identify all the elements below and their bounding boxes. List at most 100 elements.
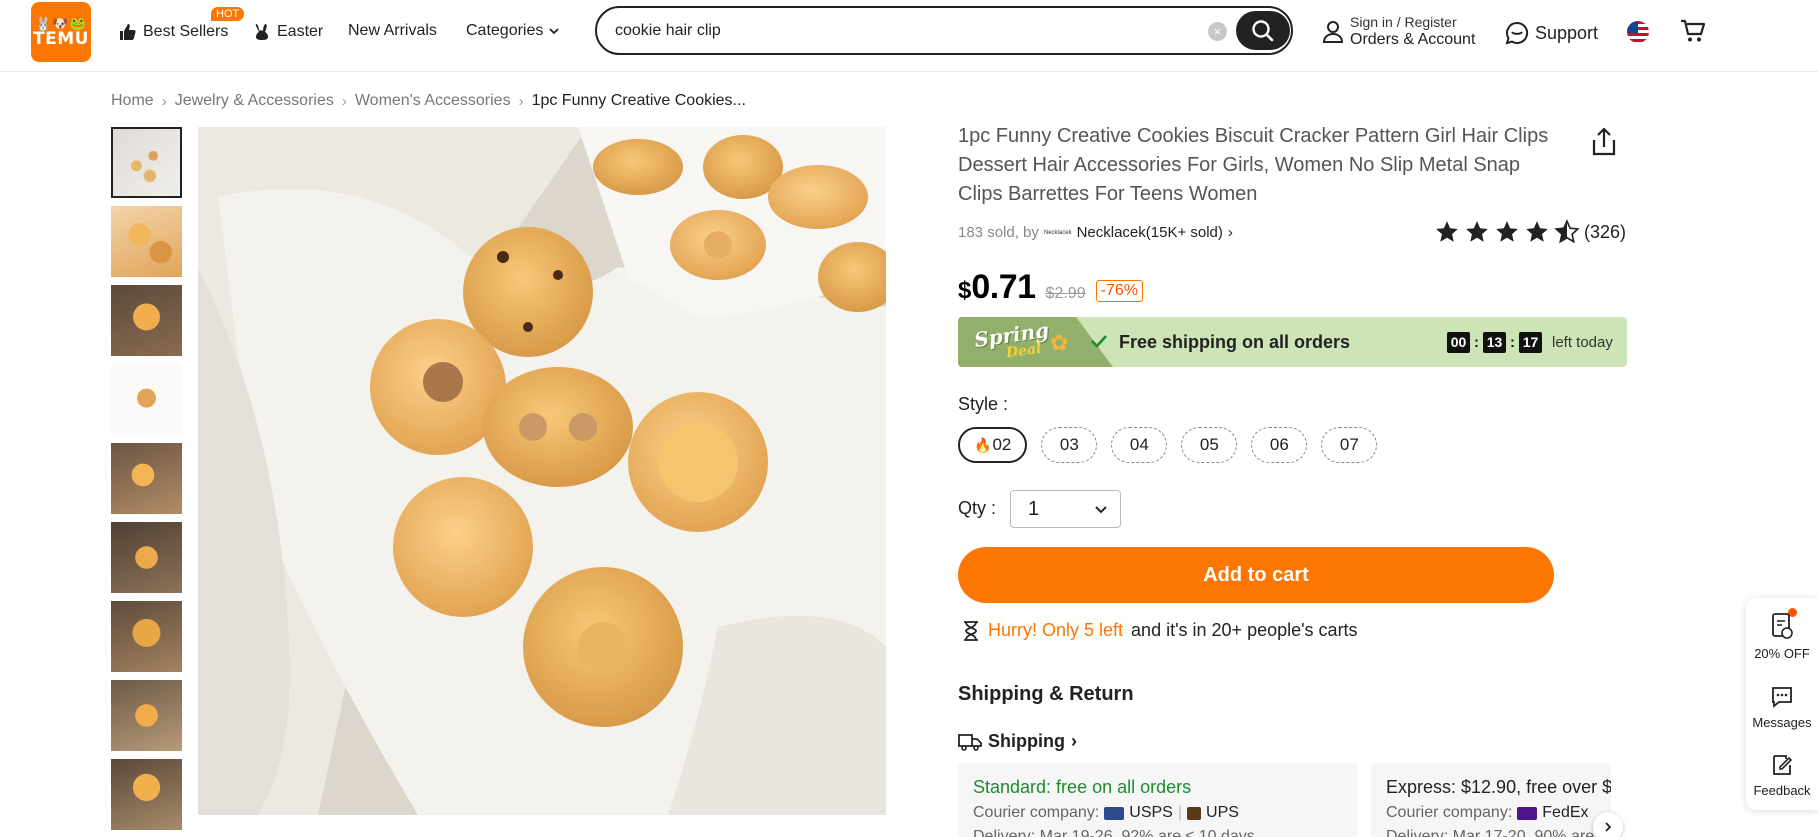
- style-option-02[interactable]: 🔥 02: [958, 427, 1028, 463]
- standard-delivery-text: Delivery: Mar 19-26, 92% are ≤ 10 days: [973, 828, 1255, 837]
- style-option-label: 05: [1199, 435, 1219, 454]
- support-link[interactable]: Support: [1505, 21, 1598, 45]
- search-icon: [1252, 19, 1274, 41]
- user-icon: [1322, 20, 1344, 43]
- rating[interactable]: (326): [1434, 219, 1626, 245]
- breadcrumb-chevron-icon: ›: [161, 92, 167, 110]
- style-option-label: 06: [1269, 435, 1289, 454]
- express-shipping-text: Express: $12.90, free over $129: [1386, 777, 1611, 797]
- style-option-04[interactable]: 04: [1111, 427, 1168, 463]
- carrier-usps: USPS: [1129, 804, 1173, 821]
- style-option-label: 03: [1059, 435, 1079, 454]
- cart-button[interactable]: [1680, 18, 1706, 49]
- thumbnail-4[interactable]: [111, 364, 182, 435]
- thumbnail-2[interactable]: [111, 206, 182, 277]
- chevron-right-icon: ›: [1070, 731, 1077, 751]
- half-star-icon: [1554, 219, 1580, 244]
- search-bar: ×: [595, 6, 1293, 55]
- cart-icon: [1681, 19, 1706, 42]
- feedback-label: Feedback: [1753, 783, 1811, 798]
- breadcrumb-jewelry[interactable]: Jewelry & Accessories: [175, 92, 334, 110]
- thumbnail-8[interactable]: [111, 680, 182, 751]
- nav-new-arrivals-label: New Arrivals: [348, 22, 437, 39]
- nav-categories[interactable]: Categories: [466, 22, 560, 40]
- ups-logo-icon: [1187, 806, 1202, 820]
- style-option-05[interactable]: 05: [1181, 427, 1238, 463]
- nav-easter[interactable]: Easter: [252, 22, 323, 42]
- free-shipping-text: Free shipping on all orders: [1119, 332, 1351, 352]
- style-option-07[interactable]: 07: [1321, 427, 1378, 463]
- thumbnail-7[interactable]: [111, 601, 182, 672]
- messages-widget[interactable]: Messages: [1746, 685, 1818, 730]
- express-shipping-card[interactable]: Express: $12.90, free over $129 Courier …: [1371, 763, 1611, 837]
- nav-easter-label: Easter: [277, 23, 324, 40]
- style-options: 🔥 02 03 04 05 06 07: [958, 427, 1378, 463]
- style-option-label: 02: [992, 435, 1012, 454]
- us-flag-icon[interactable]: [1627, 21, 1649, 43]
- style-option-03[interactable]: 03: [1041, 427, 1098, 463]
- search-button[interactable]: [1236, 11, 1290, 50]
- review-count: (326): [1584, 221, 1627, 242]
- shipping-subtitle: Shipping: [988, 731, 1065, 751]
- carrier-separator: |: [1177, 804, 1183, 821]
- thumbnail-9[interactable]: [111, 759, 182, 830]
- store-link[interactable]: Necklacek(15K+ sold): [1077, 224, 1223, 241]
- qty-label: Qty :: [958, 498, 997, 518]
- share-icon: [1592, 127, 1616, 156]
- cookies-photo: [198, 127, 886, 815]
- share-button[interactable]: [1591, 127, 1617, 162]
- top-header: 🐰🐶🐸 TEMU Best Sellers HOT Easter New Arr…: [0, 0, 1818, 72]
- feedback-widget[interactable]: Feedback: [1746, 753, 1818, 798]
- sign-in-label: Sign in / Register: [1350, 14, 1457, 30]
- breadcrumb-chevron-icon: ›: [518, 92, 524, 110]
- temu-logo[interactable]: 🐰🐶🐸 TEMU: [31, 2, 91, 62]
- bunny-icon: [255, 24, 268, 40]
- timer-colon: :: [1510, 334, 1515, 351]
- thumbnail-5[interactable]: [111, 443, 182, 514]
- shipping-return-title: Shipping & Return: [958, 683, 1134, 705]
- style-label: Style :: [958, 394, 1009, 414]
- coupon-label: 20% OFF: [1754, 646, 1810, 661]
- shipping-next-button[interactable]: [1593, 812, 1623, 837]
- thumbnail-1[interactable]: [111, 127, 182, 198]
- timer-seconds: 17: [1519, 332, 1542, 353]
- courier-label: Courier company:: [973, 804, 1100, 821]
- search-input[interactable]: [615, 20, 1195, 42]
- style-option-06[interactable]: 06: [1251, 427, 1308, 463]
- star-icon: [1466, 221, 1488, 242]
- hurry-rest: and it's in 20+ people's carts: [1131, 620, 1358, 640]
- thumbnail-3[interactable]: [111, 285, 182, 356]
- usps-logo-icon: [1104, 806, 1125, 820]
- star-icon: [1436, 221, 1458, 242]
- coupon-widget[interactable]: 20% OFF: [1746, 612, 1818, 661]
- nav-new-arrivals[interactable]: New Arrivals: [348, 22, 437, 40]
- store-logo: Necklacek: [1043, 229, 1072, 236]
- account-menu[interactable]: Sign in / Register Orders & Account: [1322, 14, 1475, 49]
- main-product-image[interactable]: [198, 127, 886, 815]
- breadcrumb-home[interactable]: Home: [111, 92, 154, 110]
- hot-badge: HOT: [211, 7, 245, 21]
- support-label: Support: [1535, 22, 1599, 43]
- quantity-select[interactable]: 1: [1010, 490, 1121, 528]
- sold-count: 183 sold, by: [958, 224, 1039, 241]
- thumbnail-6[interactable]: [111, 522, 182, 593]
- standard-shipping-card[interactable]: Standard: free on all orders Courier com…: [958, 763, 1358, 837]
- floating-side-widget: 20% OFF Messages Feedback: [1746, 598, 1818, 810]
- style-option-label: 07: [1339, 435, 1359, 454]
- spring-deal-banner: Spring Deal ✿ Free shipping on all order…: [958, 317, 1627, 367]
- breadcrumb-chevron-icon: ›: [341, 92, 347, 110]
- carrier-ups: UPS: [1206, 804, 1239, 821]
- star-rating: [1434, 219, 1580, 245]
- flower-icon: ✿: [1050, 330, 1069, 355]
- add-to-cart-button[interactable]: Add to cart: [958, 547, 1554, 603]
- breadcrumb-womens-accessories[interactable]: Women's Accessories: [355, 92, 511, 110]
- style-option-label: 04: [1129, 435, 1149, 454]
- nav-best-sellers[interactable]: Best Sellers: [118, 22, 228, 42]
- shipping-link[interactable]: Shipping ›: [958, 731, 1077, 752]
- clear-search-icon[interactable]: ×: [1208, 22, 1227, 41]
- fire-icon: 🔥: [974, 436, 992, 453]
- timer-left-text: left today: [1552, 334, 1613, 351]
- hurry-highlight: Hurry! Only 5 left: [988, 620, 1124, 640]
- orders-account-label: Orders & Account: [1350, 31, 1476, 48]
- chevron-down-icon: [549, 28, 560, 35]
